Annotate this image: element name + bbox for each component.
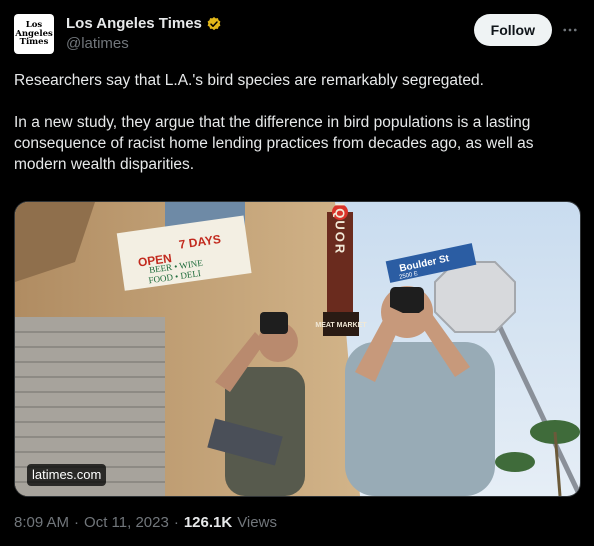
meta-separator: · [173, 514, 179, 531]
author-name[interactable]: Los Angeles Times [66, 15, 202, 32]
more-button[interactable] [560, 20, 580, 40]
tweet-media-card[interactable]: OPEN 7 DAYS BEER • WINE FOOD • DELI LIQU… [14, 201, 581, 497]
meat-market-sign: MEAT MARKET [315, 322, 367, 329]
author-info: Los Angeles Times @latimes [66, 15, 222, 52]
follow-button[interactable]: Follow [473, 14, 552, 46]
tweet-date[interactable]: Oct 11, 2023 [84, 514, 169, 531]
tweet-header: Los Angeles Times Los Angeles Times @lat… [14, 14, 580, 58]
tweet-time[interactable]: 8:09 AM [14, 514, 69, 531]
avatar[interactable]: Los Angeles Times [14, 14, 54, 54]
verified-badge-icon [207, 16, 221, 30]
meta-separator: · [74, 514, 80, 531]
media-photo: OPEN 7 DAYS BEER • WINE FOOD • DELI LIQU… [15, 202, 580, 496]
more-horizontal-icon [563, 28, 577, 32]
views-label: Views [237, 514, 277, 531]
tweet-paragraph: In a new study, they argue that the diff… [14, 114, 534, 173]
tweet-meta: 8:09 AM · Oct 11, 2023 · 126.1K Views [14, 514, 277, 531]
liquor-sign: LIQUOR [333, 202, 348, 255]
link-domain-badge: latimes.com [27, 464, 107, 486]
author-name-row[interactable]: Los Angeles Times [66, 15, 222, 32]
tweet-paragraph: Researchers say that L.A.'s bird species… [14, 72, 484, 89]
views-count: 126.1K [183, 514, 233, 531]
tweet-text: Researchers say that L.A.'s bird species… [14, 70, 574, 175]
author-handle[interactable]: @latimes [66, 35, 222, 52]
